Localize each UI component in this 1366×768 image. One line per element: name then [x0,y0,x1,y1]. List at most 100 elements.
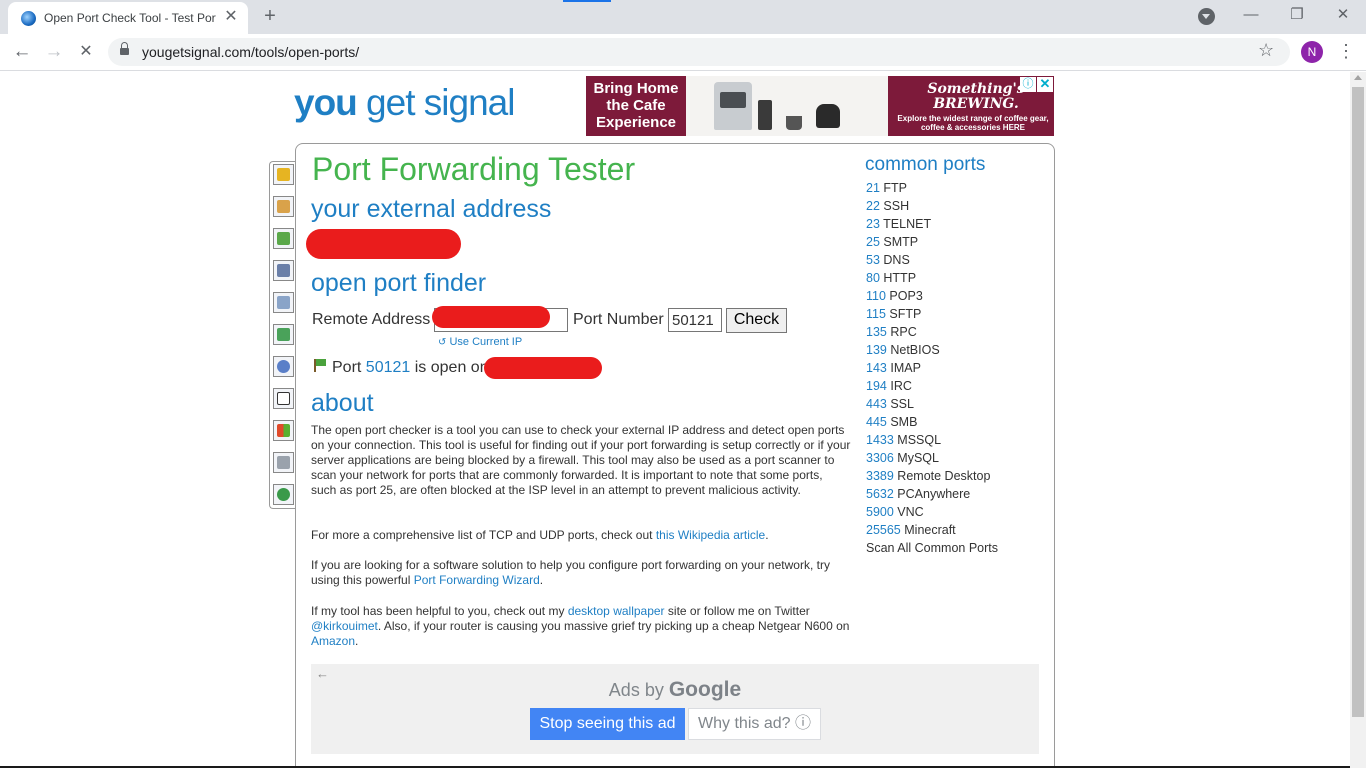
browser-toolbar: ← → ✕ yougetsignal.com/tools/open-ports/… [0,34,1366,71]
url-text[interactable]: yougetsignal.com/tools/open-ports/ [142,44,359,60]
use-current-ip-link[interactable]: ↺ Use Current IP [438,336,522,348]
port-item-netbios[interactable]: 139 NetBIOS [866,341,1046,359]
port-forwarding-wizard-link[interactable]: Port Forwarding Wizard [414,573,540,587]
back-button[interactable]: ← [8,39,36,67]
port-item-imap[interactable]: 143 IMAP [866,359,1046,377]
port-number-input[interactable] [668,308,722,332]
tab-strip: Open Port Check Tool - Test Port ✕ + — ❐… [0,0,1366,34]
graph-icon[interactable] [273,228,294,249]
main-content-box: Port Forwarding Tester your external add… [295,143,1055,768]
google-icon[interactable] [273,388,294,409]
port-result: Port 50121 is open on [332,359,489,377]
result-prefix: Port [332,359,362,376]
globe-icon[interactable] [273,484,294,505]
wikipedia-paragraph: For more a comprehensive list of TCP and… [311,528,769,542]
port-item-pop3[interactable]: 110 POP3 [866,287,1046,305]
loading-indicator [563,0,611,2]
page-title: Port Forwarding Tester [312,151,636,187]
tab-title: Open Port Check Tool - Test Port [44,11,216,25]
port-item-rpc[interactable]: 135 RPC [866,323,1046,341]
map-icon[interactable] [273,196,294,217]
page-scrollbar[interactable] [1350,72,1366,768]
lock-icon[interactable] [120,42,129,56]
port-item-ssl[interactable]: 443 SSL [866,395,1046,413]
ad-choices-icon[interactable]: ⓘ [1020,77,1036,92]
port-item-minecraft[interactable]: 25565 Minecraft [866,521,1046,539]
ads-by-google-label: Ads by Google [608,678,742,701]
result-port: 50121 [365,359,411,376]
mail-icon[interactable] [273,292,294,313]
tab-search-icon[interactable] [1198,8,1215,25]
ad-tagline: Explore the widest range of coffee gear,… [897,114,1049,132]
espresso-machine-image [714,82,752,130]
mug-image [786,116,802,130]
forward-button[interactable]: → [40,39,68,67]
banner-ad[interactable]: Bring Home the Cafe Experience Something… [586,76,1054,136]
scrollbar-thumb[interactable] [1352,87,1364,717]
stop-seeing-ad-button[interactable]: Stop seeing this ad [530,708,685,740]
logo-rest: get signal [356,82,515,123]
kettle-image [816,104,840,128]
port-item-mssql[interactable]: 1433 MSSQL [866,431,1046,449]
profile-avatar[interactable]: N [1301,41,1323,63]
wizard-paragraph: If you are looking for a software soluti… [311,558,830,587]
bookmark-star-icon[interactable]: ☆ [1258,40,1274,61]
active-tab[interactable]: Open Port Check Tool - Test Port ✕ [8,2,248,34]
open-port-finder-heading: open port finder [311,269,487,297]
router-icon[interactable] [273,260,294,281]
site-logo[interactable]: you get signal [294,82,515,124]
green-flag-icon [313,359,327,372]
minimize-button[interactable]: — [1228,4,1274,28]
port-item-smb[interactable]: 445 SMB [866,413,1046,431]
new-tab-button[interactable]: + [258,5,282,29]
use-current-ip-label: Use Current IP [449,336,523,348]
tab-close-icon[interactable]: ✕ [222,8,240,26]
refresh-icon: ↺ [438,337,447,348]
windows-icon[interactable] [273,420,294,441]
globe-favicon-icon [21,11,36,26]
amazon-link[interactable]: Amazon [311,634,355,648]
network-icon[interactable] [273,324,294,345]
help-icon[interactable] [273,356,294,377]
ad-headline: Bring Home the Cafe Experience [593,80,679,131]
port-item-ssh[interactable]: 22 SSH [866,197,1046,215]
twitter-link[interactable]: @kirkouimet [311,619,378,633]
port-item-http[interactable]: 80 HTTP [866,269,1046,287]
port-item-vnc[interactable]: 5900 VNC [866,503,1046,521]
google-ad-feedback: ← Ads by Google Stop seeing this ad Why … [311,664,1039,754]
port-item-pcanywhere[interactable]: 5632 PCAnywhere [866,485,1046,503]
port-item-sftp[interactable]: 115 SFTP [866,305,1046,323]
address-bar[interactable]: yougetsignal.com/tools/open-ports/ ☆ [108,38,1290,66]
scroll-up-arrow-icon[interactable] [1354,75,1362,80]
scan-all-ports-link[interactable]: Scan All Common Ports [866,539,1046,557]
about-paragraph: The open port checker is a tool you can … [311,423,851,497]
check-button[interactable]: Check [726,308,787,333]
why-this-ad-button[interactable]: Why this ad? ⓘ [688,708,821,740]
browser-menu-icon[interactable]: ⋮ [1337,40,1355,64]
desktop-wallpaper-link[interactable]: desktop wallpaper [568,604,665,618]
french-press-image [758,100,772,130]
restore-button[interactable]: ❐ [1274,4,1320,28]
wikipedia-link[interactable]: this Wikipedia article [656,528,765,542]
port-item-dns[interactable]: 53 DNS [866,251,1046,269]
logo-you: you [294,82,358,123]
ad-close-icon[interactable]: ✕ [1037,77,1053,92]
port-number-label: Port Number [573,311,664,328]
port-item-mysql[interactable]: 3306 MySQL [866,449,1046,467]
close-window-button[interactable]: ✕ [1320,4,1366,28]
port-item-ftp[interactable]: 21 FTP [866,179,1046,197]
redacted-result-ip [484,357,602,379]
lock-icon[interactable] [273,164,294,185]
twitter-paragraph: If my tool has been helpful to you, chec… [311,604,850,648]
port-item-smtp[interactable]: 25 SMTP [866,233,1046,251]
printer-icon[interactable] [273,452,294,473]
common-ports-list: 21 FTP 22 SSH 23 TELNET 25 SMTP 53 DNS 8… [866,179,1046,557]
port-item-remote-desktop[interactable]: 3389 Remote Desktop [866,467,1046,485]
port-item-irc[interactable]: 194 IRC [866,377,1046,395]
port-item-telnet[interactable]: 23 TELNET [866,215,1046,233]
external-address-heading: your external address [311,195,552,223]
stop-loading-button[interactable]: ✕ [72,39,100,67]
remote-address-label: Remote Address [312,311,431,328]
common-ports-heading: common ports [865,154,986,175]
tool-sidebar [269,161,296,509]
